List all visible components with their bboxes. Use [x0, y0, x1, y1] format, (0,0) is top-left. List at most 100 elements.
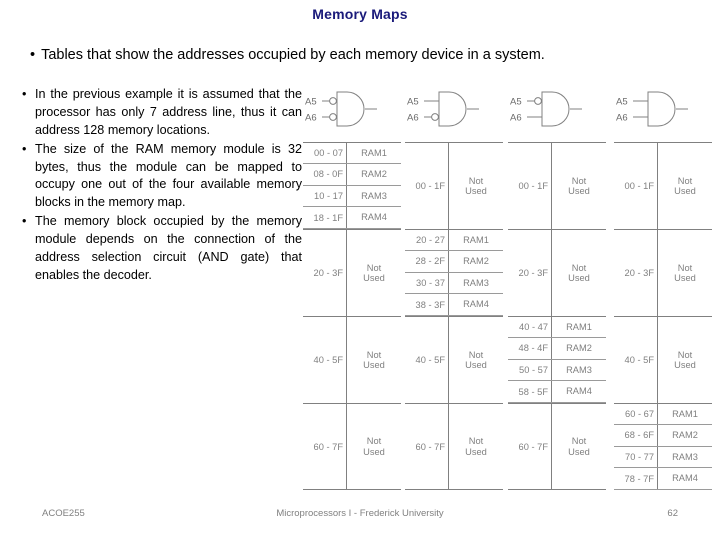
memory-map-row: 08 - 0F RAM2	[303, 163, 401, 186]
memory-row-device: RAM2	[566, 342, 592, 353]
bullet-text: The size of the RAM memory module is 32 …	[35, 141, 302, 210]
memory-row-address: 08 - 0F	[303, 163, 347, 185]
memory-map-row: 00 - 1F Not Used	[614, 142, 712, 229]
memory-row-address: 50 - 57	[508, 359, 552, 381]
memory-row-address: 60 - 67	[614, 404, 658, 424]
gate-input-label: A6	[510, 112, 522, 123]
memory-row-address: 48 - 4F	[508, 337, 552, 359]
memory-map-column: A5 A6 00 - 1F Not Used 20 - 3F Not Used 40 - 47 R…	[508, 84, 606, 494]
memory-row-address: 10 - 17	[303, 185, 347, 207]
inverter-bubble-icon	[431, 113, 439, 121]
memory-row-device: RAM1	[361, 147, 387, 158]
memory-row-device: RAM3	[566, 364, 592, 375]
memory-row-device: Not Used	[568, 262, 590, 283]
and-gate: A5A6	[407, 91, 479, 127]
memory-row-device: RAM1	[672, 408, 698, 419]
list-item: • The memory block occupied by the memor…	[22, 213, 302, 285]
memory-map-table: 00 - 07 RAM1 08 - 0F RAM2 10 - 17 RAM3 18 - 1F…	[303, 142, 401, 490]
memory-row-device: Not Used	[674, 175, 696, 196]
page-title: Memory Maps	[312, 6, 408, 22]
memory-map-row: 58 - 5F RAM4	[508, 381, 606, 403]
memory-row-address: 20 - 3F	[614, 230, 658, 316]
memory-row-address: 40 - 5F	[405, 317, 449, 403]
memory-map-row: 60 - 7F Not Used	[405, 403, 503, 490]
memory-map-table: 00 - 1F Not Used 20 - 3F Not Used 40 - 47 RAM1 4…	[508, 142, 606, 490]
memory-row-address: 78 - 7F	[614, 468, 658, 489]
memory-row-address: 60 - 7F	[405, 404, 449, 489]
lead-bullet: • Tables that show the addresses occupied…	[30, 46, 695, 64]
memory-row-device: Not Used	[674, 262, 696, 283]
memory-row-address: 00 - 07	[303, 143, 347, 163]
memory-row-address: 18 - 1F	[303, 207, 347, 228]
memory-row-device: RAM1	[463, 234, 489, 245]
gate-input-label: A5	[616, 96, 628, 107]
memory-row-address: 40 - 5F	[303, 317, 347, 403]
memory-map-row: 20 - 3F Not Used	[508, 229, 606, 316]
memory-map-row: 40 - 5F Not Used	[303, 316, 401, 403]
bullet-marker: •	[22, 87, 27, 101]
memory-row-address: 38 - 3F	[405, 294, 449, 315]
memory-map-row: 40 - 5F Not Used	[405, 316, 503, 403]
and-gate: A5A6	[616, 91, 688, 127]
memory-row-device: Not Used	[363, 436, 385, 457]
memory-map-row: 18 - 1F RAM4	[303, 207, 401, 229]
memory-map-row: 70 - 77 RAM3	[614, 446, 712, 469]
memory-row-device: Not Used	[674, 349, 696, 370]
memory-row-address: 20 - 27	[405, 230, 449, 250]
inverter-bubble-icon	[329, 97, 337, 105]
gate-input-label: A6	[407, 112, 419, 123]
memory-map-column: A5 A6 00 - 1F Not Used 20 - 3F Not Used 40 - 5F N…	[614, 84, 712, 494]
memory-map-row: 60 - 67 RAM1	[614, 403, 712, 425]
memory-map-row: 00 - 1F Not Used	[508, 142, 606, 229]
bullet-text: The memory block occupied by the memory …	[35, 214, 302, 282]
memory-map-row: 48 - 4F RAM2	[508, 337, 606, 360]
memory-row-device: RAM2	[463, 255, 489, 266]
list-item: • In the previous example it is assumed …	[22, 86, 302, 140]
bullet-marker: •	[22, 141, 27, 156]
memory-row-address: 60 - 7F	[508, 404, 552, 489]
and-gate: A5A6	[305, 91, 377, 127]
gate-input-label: A6	[616, 112, 628, 123]
memory-map-row: 00 - 07 RAM1	[303, 142, 401, 164]
memory-map-table: 00 - 1F Not Used 20 - 3F Not Used 40 - 5F Not Us…	[614, 142, 712, 490]
inverter-bubble-icon	[534, 97, 542, 105]
and-gate-body	[541, 91, 570, 127]
inverter-bubble-icon	[329, 113, 337, 121]
memory-row-device: Not Used	[568, 175, 590, 196]
memory-map-row: 60 - 7F Not Used	[303, 403, 401, 490]
and-gate-body	[647, 91, 676, 127]
memory-map-row: 20 - 3F Not Used	[303, 229, 401, 316]
footer-center-text: Microprocessors I - Frederick University	[276, 508, 444, 519]
memory-row-device: Not Used	[465, 349, 487, 370]
memory-row-device: Not Used	[363, 262, 385, 283]
memory-row-address: 20 - 3F	[508, 230, 552, 316]
memory-row-address: 00 - 1F	[508, 143, 552, 229]
gate-input-label: A6	[305, 112, 317, 123]
memory-map-row: 40 - 47 RAM1	[508, 316, 606, 338]
memory-row-address: 28 - 2F	[405, 250, 449, 272]
memory-map-row: 38 - 3F RAM4	[405, 294, 503, 316]
memory-row-device: RAM2	[361, 168, 387, 179]
address-selection-gate: A5 A6	[303, 84, 401, 140]
address-selection-gate: A5 A6	[508, 84, 606, 140]
memory-map-row: 78 - 7F RAM4	[614, 468, 712, 490]
memory-row-address: 20 - 3F	[303, 230, 347, 316]
memory-row-address: 40 - 47	[508, 317, 552, 337]
memory-map-row: 60 - 7F Not Used	[508, 403, 606, 490]
memory-map-row: 20 - 3F Not Used	[614, 229, 712, 316]
memory-row-address: 68 - 6F	[614, 424, 658, 446]
memory-map-row: 50 - 57 RAM3	[508, 359, 606, 382]
memory-row-address: 70 - 77	[614, 446, 658, 468]
and-gate: A5A6	[510, 91, 582, 127]
memory-row-device: Not Used	[465, 175, 487, 196]
body-bullet-list: • In the previous example it is assumed …	[22, 86, 302, 286]
memory-map-column: A5 A6 00 - 07 RAM1 08 - 0F RAM2 10 - 17 RAM3 18 …	[303, 84, 401, 494]
gate-input-label: A5	[305, 96, 317, 107]
memory-map-row: 40 - 5F Not Used	[614, 316, 712, 403]
memory-row-device: RAM3	[463, 277, 489, 288]
address-selection-gate: A5 A6	[614, 84, 712, 140]
memory-row-device: RAM4	[361, 212, 387, 223]
memory-row-address: 00 - 1F	[614, 143, 658, 229]
slide-footer: ACOE255 Microprocessors I - Frederick Un…	[0, 508, 720, 522]
and-gate-body	[438, 91, 467, 127]
